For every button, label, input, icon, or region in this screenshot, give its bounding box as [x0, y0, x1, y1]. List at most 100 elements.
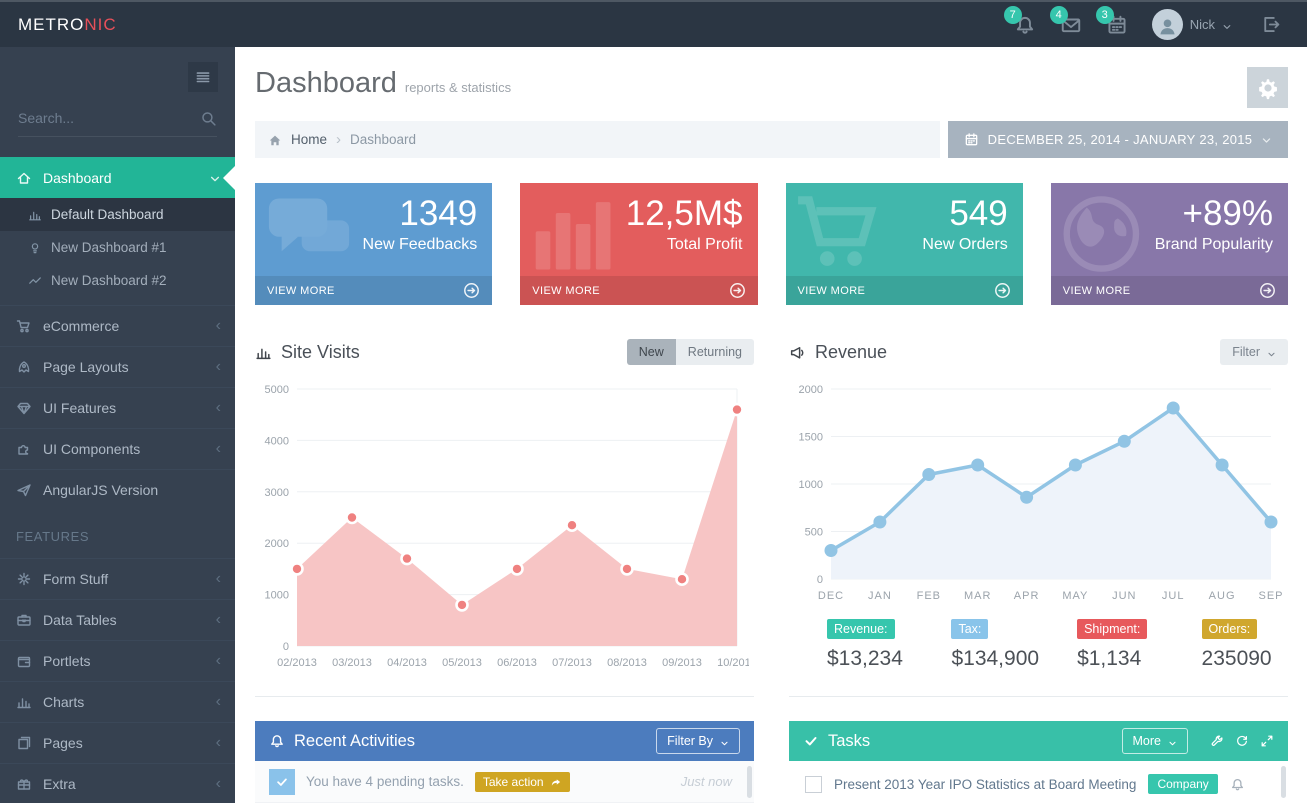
arrow-right-circle-icon — [1259, 282, 1276, 299]
chevron-left-icon: ‹ — [216, 776, 221, 792]
cart-icon — [16, 318, 32, 334]
sidebar-item-ecommerce[interactable]: eCommerce ‹ — [0, 305, 235, 346]
logout-button[interactable] — [1260, 14, 1281, 35]
svg-text:2000: 2000 — [799, 384, 823, 396]
scrollbar[interactable] — [747, 766, 752, 798]
bell-icon[interactable] — [1230, 777, 1245, 792]
arrow-right-circle-icon — [463, 282, 480, 299]
settings-button[interactable] — [1247, 67, 1288, 108]
sidebar-item-data-tables[interactable]: Data Tables ‹ — [0, 599, 235, 640]
sidebar-item-new-dashboard-2[interactable]: New Dashboard #2 ‹ — [0, 264, 235, 297]
brand-logo-suffix: NIC — [84, 15, 116, 34]
big-cart-icon — [792, 193, 888, 275]
returning-visitors-button[interactable]: Returning — [676, 339, 754, 365]
stat-card[interactable]: 1349 New Feedbacks VIEW MORE — [255, 183, 492, 305]
svg-text:AUG: AUG — [1209, 590, 1236, 602]
new-visitors-button[interactable]: New — [627, 339, 676, 365]
stat-card[interactable]: +89% Brand Popularity VIEW MORE — [1051, 183, 1288, 305]
sidebar-item-portlets[interactable]: Portlets ‹ — [0, 640, 235, 681]
sidebar-item-charts[interactable]: Charts ‹ — [0, 681, 235, 722]
refresh-icon[interactable] — [1235, 734, 1249, 748]
sidebar-item-ui-features[interactable]: UI Features ‹ — [0, 387, 235, 428]
svg-text:05/2013: 05/2013 — [442, 657, 482, 669]
sidebar-item-dashboard[interactable]: Dashboard ‹ — [0, 157, 235, 198]
stat-card[interactable]: 549 New Orders VIEW MORE — [786, 183, 1023, 305]
chevron-down-icon — [1267, 348, 1276, 357]
breadcrumb-home-link[interactable]: Home — [291, 132, 327, 147]
bell-icon — [269, 733, 285, 749]
activity-check-icon — [269, 769, 295, 795]
sidebar-menu: Dashboard ‹ Default Dashboard ‹ New Dash… — [0, 157, 235, 803]
svg-text:0: 0 — [283, 641, 289, 653]
breadcrumb: Home › Dashboard — [255, 121, 940, 158]
revenue-stat-value: $134,900 — [951, 647, 1039, 671]
sidebar-item-pages[interactable]: Pages ‹ — [0, 722, 235, 763]
revenue-stat: Revenue: $13,234 — [789, 619, 913, 671]
chevron-left-icon: ‹ — [216, 400, 221, 416]
bars-icon — [16, 694, 32, 710]
search-icon[interactable] — [200, 110, 217, 127]
wrench-icon[interactable] — [1210, 734, 1224, 748]
site-visits-title: Site Visits — [255, 342, 360, 363]
chevron-left-icon: ‹ — [216, 694, 221, 710]
stat-card[interactable]: 12,5M$ Total Profit VIEW MORE — [520, 183, 757, 305]
svg-text:09/2013: 09/2013 — [662, 657, 702, 669]
notification-button[interactable]: 3 — [1106, 14, 1128, 36]
chevron-left-icon: ‹ — [216, 653, 221, 669]
home-icon — [268, 133, 282, 147]
sidebar-item-new-dashboard-1[interactable]: New Dashboard #1 ‹ — [0, 231, 235, 264]
megaphone-icon — [789, 344, 806, 361]
view-more-button[interactable]: VIEW MORE — [1051, 276, 1288, 305]
svg-text:JUL: JUL — [1162, 590, 1185, 602]
sidebar-toggle-button[interactable] — [188, 62, 218, 92]
view-more-button[interactable]: VIEW MORE — [786, 276, 1023, 305]
page-subtitle: reports & statistics — [405, 80, 511, 95]
sidebar-item-page-layouts[interactable]: Page Layouts ‹ — [0, 346, 235, 387]
sidebar-item-default-dashboard[interactable]: Default Dashboard ‹ — [0, 198, 235, 231]
chevron-left-icon: ‹ — [216, 359, 221, 375]
chevron-left-icon: ‹ — [216, 571, 221, 587]
task-checkbox[interactable] — [805, 776, 822, 793]
view-more-button[interactable]: VIEW MORE — [520, 276, 757, 305]
big-globe-icon — [1057, 193, 1153, 275]
wallet-icon — [16, 653, 32, 669]
trend-icon — [28, 274, 42, 288]
scrollbar[interactable] — [1281, 766, 1286, 798]
sidebar-item-form-stuff[interactable]: Form Stuff ‹ — [0, 558, 235, 599]
revenue-filter-button[interactable]: Filter — [1220, 339, 1288, 365]
send-icon — [16, 482, 32, 498]
notification-button[interactable]: 7 — [1014, 14, 1036, 36]
arrow-right-circle-icon — [729, 282, 746, 299]
sidebar-item-angularjs-version[interactable]: AngularJS Version ‹ — [0, 469, 235, 510]
expand-icon[interactable] — [1260, 734, 1274, 748]
site-visits-chart: 01000200030004000500002/201303/201304/20… — [257, 379, 749, 674]
chevron-left-icon: ‹ — [216, 441, 221, 457]
filter-by-button[interactable]: Filter By — [656, 728, 740, 754]
sidebar-item-extra[interactable]: Extra ‹ — [0, 763, 235, 803]
brand-logo[interactable]: METRONIC — [0, 15, 235, 35]
activity-text: You have 4 pending tasks. — [306, 774, 464, 789]
revenue-stat: Shipment: $1,134 — [1039, 619, 1163, 671]
redo-arrow-icon — [550, 776, 562, 788]
view-more-button[interactable]: VIEW MORE — [255, 276, 492, 305]
sidebar-item-ui-components[interactable]: UI Components ‹ — [0, 428, 235, 469]
user-menu[interactable]: Nick — [1152, 9, 1232, 40]
more-button[interactable]: More — [1122, 728, 1188, 754]
revenue-chart: 0500100015002000DECJANFEBMARAPRMAYJUNJUL… — [791, 379, 1283, 607]
search-input[interactable] — [18, 110, 217, 126]
activity-row: You have 4 pending tasks. Take action Ju… — [255, 761, 754, 803]
svg-text:JUN: JUN — [1112, 590, 1136, 602]
date-range-picker[interactable]: DECEMBER 25, 2014 - JANUARY 23, 2015 — [948, 121, 1288, 158]
site-visits-panel: Site Visits New Returning 01000200030004… — [255, 333, 754, 697]
sidebar-item-features[interactable]: FEATURES ‹ — [0, 514, 235, 558]
breadcrumb-current: Dashboard — [350, 132, 416, 147]
revenue-title: Revenue — [789, 342, 887, 363]
stat-cards: 1349 New Feedbacks VIEW MORE 12,5M$ Tota… — [255, 183, 1288, 305]
brand-logo-prefix: METRO — [18, 15, 84, 34]
take-action-button[interactable]: Take action — [475, 772, 570, 792]
bar-chart-icon — [255, 344, 272, 361]
notification-button[interactable]: 4 — [1060, 14, 1082, 36]
task-text: Present 2013 Year IPO Statistics at Boar… — [834, 777, 1136, 792]
bars-icon — [28, 208, 42, 222]
arrow-right-circle-icon — [994, 282, 1011, 299]
